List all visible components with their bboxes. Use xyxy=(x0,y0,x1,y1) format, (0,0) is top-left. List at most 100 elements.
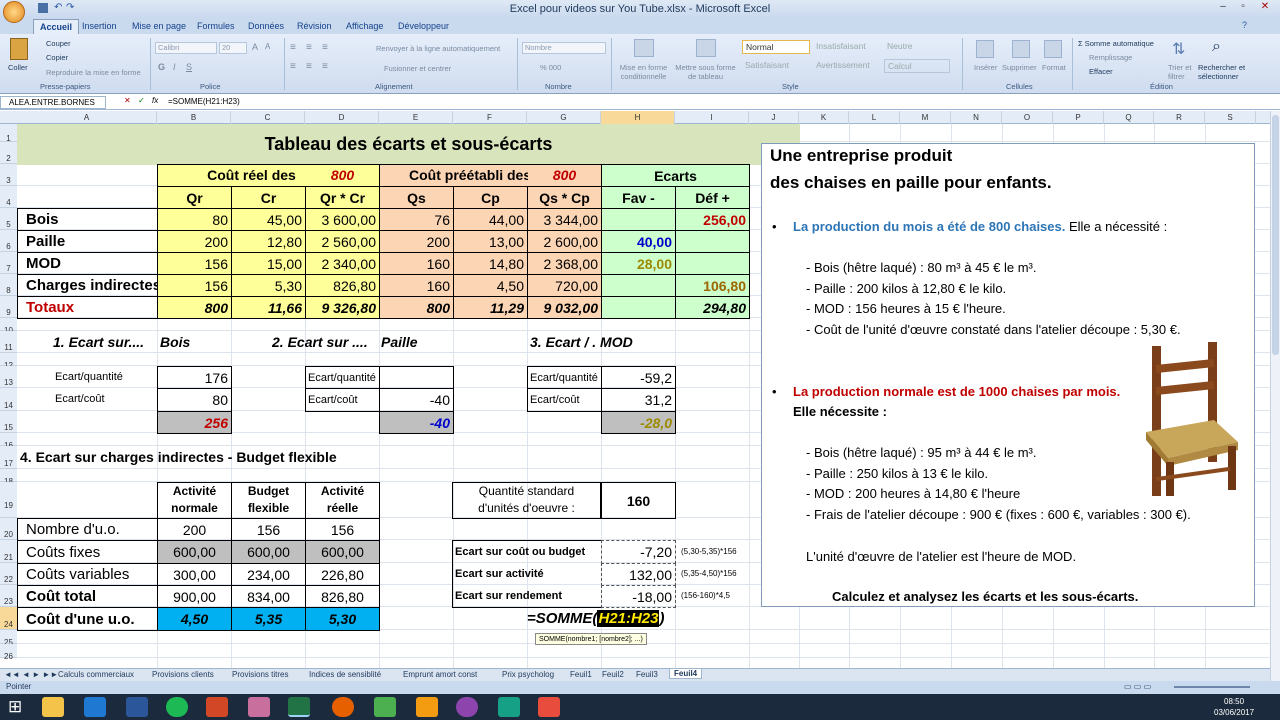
column-header[interactable]: G xyxy=(527,111,601,124)
ecart-label[interactable]: Ecart/coût xyxy=(305,388,380,412)
bf-value[interactable]: 300,00 xyxy=(157,563,232,586)
app-icon[interactable] xyxy=(248,697,270,717)
column-header[interactable]: K xyxy=(799,111,849,124)
underline-icon[interactable]: S xyxy=(186,62,192,72)
ecart-value[interactable]: -40 xyxy=(379,388,454,412)
bf-value[interactable]: 156 xyxy=(305,518,380,541)
conditional-format-icon[interactable] xyxy=(634,39,654,57)
bf-value[interactable]: 226,80 xyxy=(305,563,380,586)
sheet-tab[interactable]: Calculs commerciaux xyxy=(58,670,134,679)
copy-button[interactable]: Copier xyxy=(46,53,68,62)
bf-value[interactable]: 5,35 xyxy=(231,607,306,631)
ecart-total[interactable]: 256 xyxy=(157,411,232,434)
sheet-nav-icon[interactable]: ◄◄ ◄ ► ►► xyxy=(4,670,58,679)
binoculars-icon[interactable]: ⌕ xyxy=(1212,38,1221,56)
word-icon[interactable] xyxy=(126,697,148,717)
data-cell[interactable]: 800 xyxy=(157,296,232,319)
sheet-tab[interactable]: Feuil1 xyxy=(570,670,592,679)
tab-revision[interactable]: Révision xyxy=(297,21,332,31)
data-cell[interactable] xyxy=(601,296,676,319)
excel-icon[interactable] xyxy=(288,697,310,717)
data-cell[interactable]: 156 xyxy=(157,274,232,297)
ecart-row-label[interactable]: Ecart sur coût ou budget xyxy=(452,540,601,564)
ecart-label[interactable]: Ecart/quantité xyxy=(527,366,602,389)
bf-value[interactable]: 200 xyxy=(157,518,232,541)
section-title[interactable]: 4. Ecart sur charges indirectes - Budget… xyxy=(17,446,454,470)
ecart-label[interactable]: Ecart/quantité xyxy=(305,366,380,389)
format-cells-icon[interactable] xyxy=(1044,40,1062,58)
firefox-icon[interactable] xyxy=(332,697,354,717)
bf-value[interactable]: 4,50 xyxy=(157,607,232,631)
data-cell[interactable]: 13,00 xyxy=(453,230,528,253)
ecart-value[interactable] xyxy=(379,366,454,389)
sub-header[interactable]: Qr * Cr xyxy=(305,186,380,209)
section-title[interactable]: 1. Ecart sur.... xyxy=(17,331,158,354)
exercise-textbox[interactable]: Une entreprise produit des chaises en pa… xyxy=(761,143,1255,607)
bf-value[interactable]: 600,00 xyxy=(305,540,380,564)
data-cell[interactable] xyxy=(675,230,750,253)
view-buttons[interactable]: ▭ ▭ ▭ xyxy=(1124,682,1151,691)
data-cell[interactable]: 3 600,00 xyxy=(305,208,380,231)
data-cell[interactable]: 12,80 xyxy=(231,230,306,253)
paste-button[interactable]: Coller xyxy=(8,63,28,72)
office-button[interactable] xyxy=(3,1,25,23)
style-insatisfaisant[interactable]: Insatisfaisant xyxy=(813,40,881,54)
data-cell[interactable]: 106,80 xyxy=(675,274,750,297)
data-cell[interactable]: 256,00 xyxy=(675,208,750,231)
sub-header[interactable]: Fav - xyxy=(601,186,676,209)
sheet-tab[interactable]: Emprunt amort const xyxy=(403,670,477,679)
tab-mise-en-page[interactable]: Mise en page xyxy=(132,21,186,31)
bf-value[interactable]: 900,00 xyxy=(157,585,232,608)
align-left-icon[interactable]: ≡ xyxy=(290,61,296,72)
bf-value[interactable]: 826,80 xyxy=(305,585,380,608)
windows-start-icon[interactable]: ⊞ xyxy=(8,697,22,717)
ecart-total[interactable]: -28,0 xyxy=(601,411,676,434)
data-cell[interactable] xyxy=(675,252,750,275)
row-label[interactable]: Bois xyxy=(17,208,158,231)
row-label[interactable]: Totaux xyxy=(17,296,158,319)
bf-header[interactable]: Activité réelle xyxy=(305,482,380,519)
vertical-scrollbar[interactable] xyxy=(1270,111,1280,681)
style-satisfaisant[interactable]: Satisfaisant xyxy=(742,59,810,73)
sub-header[interactable]: Cr xyxy=(231,186,306,209)
tab-developpeur[interactable]: Développeur xyxy=(398,21,449,31)
section-title[interactable]: 3. Ecart / . MOD xyxy=(530,331,680,354)
tab-donnees[interactable]: Données xyxy=(248,21,284,31)
bold-icon[interactable]: G xyxy=(158,62,165,72)
maximize-icon[interactable]: ▫ xyxy=(1236,1,1250,15)
data-cell[interactable]: 826,80 xyxy=(305,274,380,297)
ecart-row-note[interactable]: (5,35-4,50)*156 xyxy=(675,563,750,586)
bf-value[interactable]: 834,00 xyxy=(231,585,306,608)
sub-header[interactable]: Qr xyxy=(157,186,232,209)
data-cell[interactable]: 2 368,00 xyxy=(527,252,602,275)
data-cell[interactable]: 800 xyxy=(379,296,454,319)
ecart-value[interactable]: 31,2 xyxy=(601,388,676,412)
qs-value[interactable]: 160 xyxy=(601,482,676,519)
data-cell[interactable]: 720,00 xyxy=(527,274,602,297)
data-cell[interactable] xyxy=(601,274,676,297)
bf-row-label[interactable]: Coût total xyxy=(17,585,158,608)
ecart-label[interactable]: Ecart/coût xyxy=(527,388,602,412)
data-cell[interactable]: 5,30 xyxy=(231,274,306,297)
bf-value[interactable]: 5,30 xyxy=(305,607,380,631)
font-size-select[interactable]: 20 xyxy=(219,42,247,54)
ecart-row-value[interactable]: -7,20 xyxy=(601,540,676,564)
data-cell[interactable]: 11,66 xyxy=(231,296,306,319)
font-name-select[interactable]: Calibri xyxy=(155,42,217,54)
close-icon[interactable]: ✕ xyxy=(1258,1,1272,15)
style-avertissement[interactable]: Avertissement xyxy=(813,59,881,73)
header-cout-preetabli[interactable]: Coût préétabli des xyxy=(379,164,528,187)
column-header[interactable]: C xyxy=(231,111,305,124)
app-icon[interactable] xyxy=(538,697,560,717)
data-cell[interactable]: 76 xyxy=(379,208,454,231)
name-box[interactable]: ALEA.ENTRE.BORNES xyxy=(0,96,106,109)
header-qty[interactable]: 800 xyxy=(527,164,602,187)
bf-row-label[interactable]: Coûts variables xyxy=(17,563,158,586)
delete-cells-icon[interactable] xyxy=(1012,40,1030,58)
column-header[interactable]: D xyxy=(305,111,379,124)
sheet-tab[interactable]: Provisions clients xyxy=(152,670,214,679)
column-header[interactable]: H xyxy=(601,111,675,124)
formula-input[interactable]: =SOMME(H21:H23) xyxy=(168,97,240,106)
data-cell[interactable]: 11,29 xyxy=(453,296,528,319)
column-header[interactable]: J xyxy=(749,111,799,124)
